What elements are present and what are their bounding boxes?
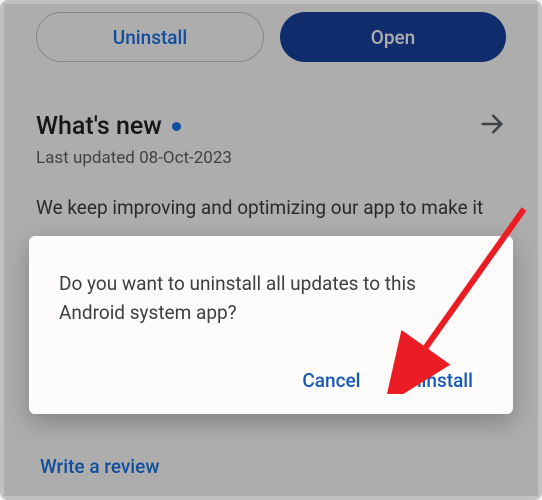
cancel-button-label: Cancel bbox=[302, 369, 360, 392]
confirm-uninstall-label: Uninstall bbox=[399, 369, 473, 392]
uninstall-dialog: Do you want to uninstall all updates to … bbox=[29, 236, 513, 414]
dialog-actions: Cancel Uninstall bbox=[59, 369, 483, 392]
confirm-uninstall-button[interactable]: Uninstall bbox=[399, 369, 473, 392]
dialog-message: Do you want to uninstall all updates to … bbox=[59, 270, 483, 327]
cancel-button[interactable]: Cancel bbox=[302, 369, 360, 392]
